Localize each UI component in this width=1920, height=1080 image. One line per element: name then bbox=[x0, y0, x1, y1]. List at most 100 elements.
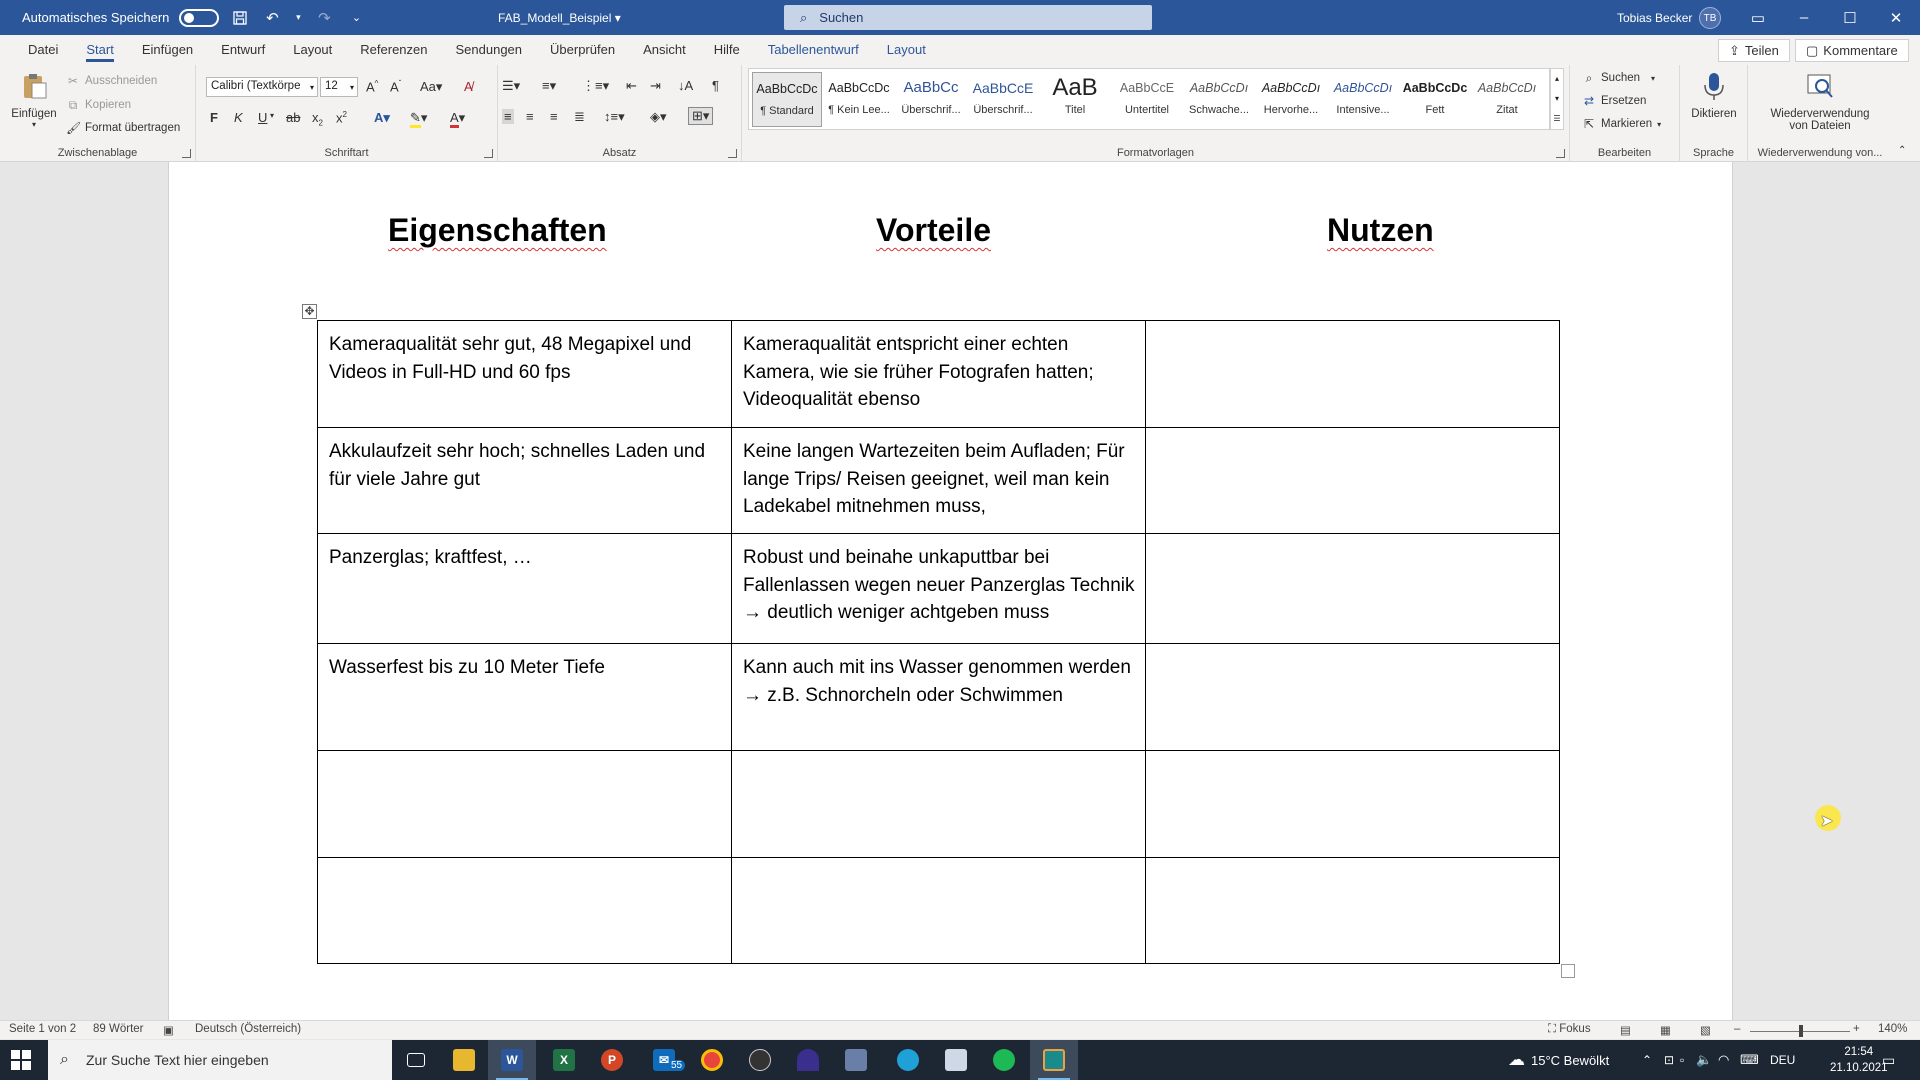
bold-icon[interactable]: F bbox=[210, 110, 218, 125]
numbering-icon[interactable]: ≡▾ bbox=[542, 78, 556, 94]
minimize-icon[interactable]: – bbox=[1781, 0, 1827, 35]
spotify-icon[interactable] bbox=[980, 1040, 1028, 1080]
paragraph-launcher-icon[interactable] bbox=[728, 149, 737, 158]
strikethrough-icon[interactable]: ab bbox=[286, 110, 300, 125]
shading-icon[interactable]: ◈▾ bbox=[650, 109, 667, 125]
word-icon[interactable]: W bbox=[488, 1040, 536, 1080]
paste-button[interactable]: Einfügen ▾ bbox=[8, 71, 60, 129]
font-family-select[interactable]: Calibri (Textkörpe ▾ bbox=[206, 77, 318, 97]
underline-icon[interactable]: U bbox=[258, 110, 267, 125]
ribbon-display-options-icon[interactable]: ▭ bbox=[1735, 0, 1781, 35]
tab-sendungen[interactable]: Sendungen bbox=[442, 35, 537, 65]
share-button[interactable]: ⇪ Teilen bbox=[1718, 39, 1790, 62]
web-layout-icon[interactable]: ▧ bbox=[1700, 1023, 1711, 1037]
style-standard[interactable]: AaBbCcDc ¶ Standard bbox=[752, 72, 822, 127]
table-cell[interactable]: Robust und beinahe unkaputtbar bei Falle… bbox=[731, 533, 1146, 644]
line-spacing-icon[interactable]: ↕≡▾ bbox=[604, 109, 625, 125]
multilevel-list-icon[interactable]: ⋮≡▾ bbox=[582, 78, 609, 94]
italic-icon[interactable]: K bbox=[234, 110, 243, 125]
tray-icon[interactable]: ⊡ bbox=[1664, 1040, 1674, 1080]
sort-icon[interactable]: ↓A bbox=[678, 78, 693, 93]
table-cell[interactable]: Keine langen Wartezeiten beim Aufladen; … bbox=[731, 427, 1146, 534]
tray-icon[interactable]: ▫ bbox=[1680, 1040, 1684, 1080]
change-case-icon[interactable]: Aa▾ bbox=[420, 79, 442, 95]
highlight-color-icon[interactable]: ✎▾ bbox=[410, 110, 427, 128]
tab-start[interactable]: Start bbox=[72, 35, 127, 65]
dictate-button[interactable]: Diktieren bbox=[1684, 71, 1744, 120]
style-intense-emphasis[interactable]: AaBbCcDı Intensive... bbox=[1328, 72, 1398, 127]
app-icon[interactable] bbox=[784, 1040, 832, 1080]
table-cell[interactable]: Akkulaufzeit sehr hoch; schnelles Laden … bbox=[317, 427, 732, 534]
table-cell[interactable] bbox=[1145, 643, 1560, 751]
find-button[interactable]: ⌕ Suchen ▾ bbox=[1582, 71, 1655, 85]
zoom-level[interactable]: 140% bbox=[1878, 1023, 1907, 1035]
format-painter-button[interactable]: 🖌 Format übertragen bbox=[66, 121, 180, 135]
grow-font-icon[interactable]: A^ bbox=[366, 79, 378, 94]
input-language[interactable]: DEU bbox=[1770, 1040, 1795, 1080]
undo-dropdown-icon[interactable]: ▾ bbox=[293, 7, 303, 29]
table-cell[interactable] bbox=[317, 857, 732, 964]
obs-icon[interactable] bbox=[736, 1040, 784, 1080]
table-cell[interactable] bbox=[1145, 533, 1560, 644]
copy-button[interactable]: ⧉ Kopieren bbox=[66, 98, 131, 112]
keyboard-icon[interactable]: ⌨ bbox=[1740, 1040, 1759, 1080]
increase-indent-icon[interactable]: ⇥ bbox=[650, 78, 661, 94]
windows-start-icon[interactable] bbox=[11, 1050, 31, 1070]
mail-icon[interactable]: ✉ 55 bbox=[640, 1040, 688, 1080]
table-cell[interactable] bbox=[1145, 427, 1560, 534]
decrease-indent-icon[interactable]: ⇤ bbox=[626, 78, 637, 94]
chevron-down-icon[interactable]: ▾ bbox=[1551, 89, 1563, 109]
file-explorer-icon[interactable] bbox=[440, 1040, 488, 1080]
table-cell[interactable]: Panzerglas; kraftfest, … bbox=[317, 533, 732, 644]
table-cell[interactable]: Kameraqualität entspricht einer echten K… bbox=[731, 320, 1146, 428]
align-center-icon[interactable]: ≡ bbox=[526, 109, 534, 124]
autosave-toggle[interactable] bbox=[179, 8, 220, 27]
volume-icon[interactable]: 🔈 bbox=[1696, 1040, 1712, 1080]
select-button[interactable]: ⇱ Markieren ▾ bbox=[1582, 117, 1661, 131]
avatar[interactable]: TB bbox=[1699, 7, 1721, 29]
task-view-icon[interactable] bbox=[392, 1040, 440, 1080]
network-icon[interactable]: ◠ bbox=[1718, 1040, 1729, 1080]
style-heading-1[interactable]: AaBbCc Überschrif... bbox=[896, 72, 966, 127]
underline-dropdown-icon[interactable]: ▾ bbox=[270, 111, 274, 120]
table-cell[interactable]: Kameraqualität sehr gut, 48 Megapixel un… bbox=[317, 320, 732, 428]
chrome-icon[interactable] bbox=[688, 1040, 736, 1080]
style-quote[interactable]: AaBbCcDı Zitat bbox=[1472, 72, 1542, 127]
save-icon[interactable] bbox=[229, 7, 251, 29]
tab-referenzen[interactable]: Referenzen bbox=[346, 35, 441, 65]
tab-ueberpruefen[interactable]: Überprüfen bbox=[536, 35, 629, 65]
clipboard-launcher-icon[interactable] bbox=[182, 149, 191, 158]
redo-icon[interactable]: ↷ bbox=[313, 7, 335, 29]
read-mode-icon[interactable]: ▤ bbox=[1620, 1023, 1631, 1037]
app-icon[interactable] bbox=[932, 1040, 980, 1080]
table-move-handle-icon[interactable]: ✥ bbox=[302, 304, 317, 319]
taskbar-search[interactable]: ⌕ Zur Suche Text hier eingeben bbox=[48, 1040, 392, 1080]
comments-button[interactable]: ▢ Kommentare bbox=[1795, 39, 1909, 62]
subscript-icon[interactable]: x2 bbox=[312, 110, 323, 128]
align-right-icon[interactable]: ≡ bbox=[550, 109, 558, 124]
justify-icon[interactable]: ≣ bbox=[574, 109, 585, 125]
notifications-icon[interactable]: ▭ bbox=[1882, 1040, 1895, 1080]
table-cell[interactable] bbox=[1145, 750, 1560, 858]
tab-datei[interactable]: Datei bbox=[14, 35, 72, 65]
edge-icon[interactable] bbox=[884, 1040, 932, 1080]
document-title[interactable]: FAB_Modell_Beispiel ▾ bbox=[498, 11, 621, 25]
tab-einfuegen[interactable]: Einfügen bbox=[128, 35, 207, 65]
weather-widget[interactable]: ☁ 15°C Bewölkt bbox=[1508, 1040, 1609, 1080]
word-count[interactable]: 89 Wörter bbox=[93, 1023, 144, 1035]
tab-layout[interactable]: Layout bbox=[279, 35, 346, 65]
superscript-icon[interactable]: x2 bbox=[336, 110, 347, 125]
style-heading-2[interactable]: AaBbCcE Überschrif... bbox=[968, 72, 1038, 127]
user-name[interactable]: Tobias Becker bbox=[1617, 11, 1692, 25]
style-emphasis[interactable]: AaBbCcDı Hervorhe... bbox=[1256, 72, 1326, 127]
app-icon[interactable] bbox=[832, 1040, 880, 1080]
tab-tabellenentwurf[interactable]: Tabellenentwurf bbox=[754, 35, 873, 65]
tab-hilfe[interactable]: Hilfe bbox=[700, 35, 754, 65]
style-subtle-emphasis[interactable]: AaBbCcDı Schwache... bbox=[1184, 72, 1254, 127]
language-status[interactable]: Deutsch (Österreich) bbox=[195, 1023, 301, 1035]
proofing-icon[interactable]: ▣ bbox=[163, 1023, 174, 1037]
show-formatting-marks-icon[interactable]: ¶ bbox=[712, 78, 719, 93]
table-resize-handle[interactable] bbox=[1561, 964, 1575, 978]
styles-launcher-icon[interactable] bbox=[1556, 149, 1565, 158]
shrink-font-icon[interactable]: Aˇ bbox=[390, 79, 401, 94]
